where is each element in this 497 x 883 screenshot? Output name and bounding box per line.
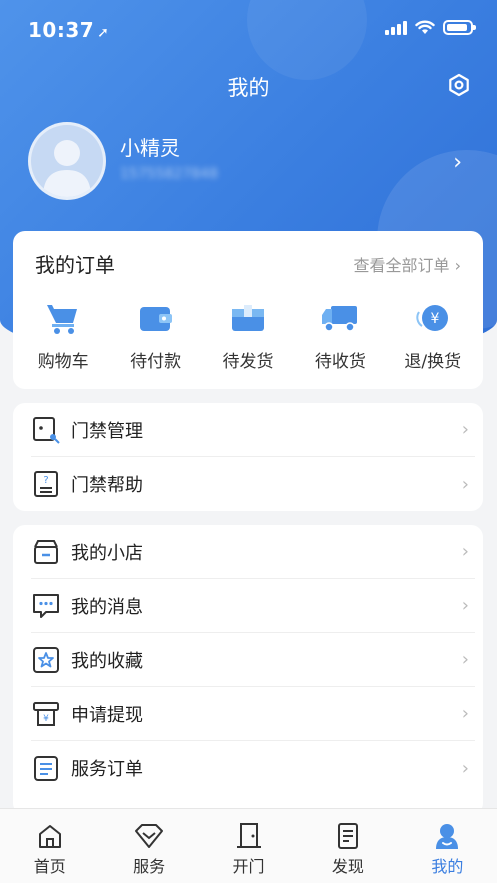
refund-icon: ¥ [416, 305, 448, 331]
menu-row-label: 申请提现 [71, 704, 143, 726]
help-document-icon: ? [34, 471, 58, 497]
wallet-icon [139, 307, 172, 331]
chevron-right-icon: › [461, 595, 469, 616]
chevron-right-icon: › [461, 419, 469, 440]
discover-document-icon [337, 823, 358, 849]
message-icon [33, 593, 59, 618]
menu-row-service-orders[interactable]: 服务订单 › [31, 741, 475, 795]
menu-row-withdraw[interactable]: ¥ 申请提现 › [31, 687, 475, 741]
user-icon [436, 824, 459, 849]
package-icon [231, 305, 264, 331]
default-avatar-icon [43, 140, 91, 197]
tab-label: 我的 [431, 857, 464, 876]
tab-label: 发现 [331, 857, 364, 876]
order-item-label: 退/换货 [404, 352, 462, 372]
favorite-star-icon [33, 646, 59, 673]
battery-icon [443, 20, 476, 35]
order-item-label: 待发货 [222, 352, 274, 372]
tab-label: 开门 [232, 857, 265, 876]
diamond-icon [135, 824, 164, 848]
order-item-label: 购物车 [37, 352, 89, 372]
order-item-refund[interactable]: ¥ 退/换货 [388, 301, 478, 372]
menu-row-access-help[interactable]: ? 门禁帮助 › [31, 457, 475, 511]
shopping-cart-icon [47, 305, 78, 334]
order-item-label: 待付款 [130, 352, 182, 372]
svg-text:¥: ¥ [43, 714, 49, 724]
tab-mine[interactable]: 我的 [398, 809, 497, 883]
withdraw-icon: ¥ [33, 701, 59, 726]
order-item-label: 待收货 [314, 352, 366, 372]
chevron-right-icon: › [461, 703, 469, 724]
order-item-pending-payment[interactable]: 待付款 [111, 301, 201, 372]
chevron-right-icon: › [461, 541, 469, 562]
menu-row-label: 我的小店 [71, 542, 143, 564]
avatar[interactable] [28, 122, 106, 200]
tab-bar: 首页 服务 开门 发现 我的 [0, 808, 497, 883]
menu-row-my-shop[interactable]: 我的小店 › [31, 525, 475, 579]
home-icon [38, 825, 61, 848]
svg-text:¥: ¥ [430, 311, 439, 327]
tab-open-door[interactable]: 开门 [199, 809, 298, 883]
phone-number: 15755827848 [120, 166, 218, 182]
status-bar: 10:37 ➚ [0, 0, 497, 60]
chevron-right-icon[interactable]: › [453, 150, 462, 175]
tab-service[interactable]: 服务 [99, 809, 198, 883]
location-arrow-icon: ➚ [97, 25, 110, 41]
menu-row-label: 我的消息 [71, 596, 143, 618]
menu-row-my-messages[interactable]: 我的消息 › [31, 579, 475, 633]
menu-row-label: 我的收藏 [71, 650, 143, 672]
orders-title: 我的订单 [35, 253, 115, 277]
my-orders-card: 我的订单 查看全部订单 › 购物车 待付款 待发货 待收货 ¥ 退/换货 [13, 231, 483, 389]
chevron-right-icon: › [461, 473, 469, 495]
page-title: 我的 [227, 76, 270, 100]
door-icon [236, 823, 261, 848]
view-all-orders-link[interactable]: 查看全部订单 › [354, 252, 462, 276]
tab-discover[interactable]: 发现 [298, 809, 397, 883]
tab-label: 服务 [133, 857, 166, 876]
service-order-icon [34, 756, 58, 781]
signal-icon [385, 20, 407, 35]
menu-card: 我的小店 › 我的消息 › 我的收藏 › ¥ 申请提现 › 服务订单 › [13, 525, 483, 815]
order-item-pending-shipment[interactable]: 待发货 [203, 301, 293, 372]
chevron-right-icon: › [461, 757, 469, 779]
order-item-pending-receipt[interactable]: 待收货 [295, 301, 385, 372]
access-control-card: 门禁管理 › ? 门禁帮助 › [13, 403, 483, 511]
tab-label: 首页 [33, 857, 66, 876]
order-item-cart[interactable]: 购物车 [18, 301, 108, 372]
menu-row-label: 门禁帮助 [71, 475, 143, 496]
wifi-icon [415, 20, 435, 34]
settings-icon[interactable] [447, 73, 471, 97]
shop-icon [34, 539, 58, 564]
menu-row-access-management[interactable]: 门禁管理 › [31, 403, 475, 457]
menu-row-my-favorites[interactable]: 我的收藏 › [31, 633, 475, 687]
profile-section[interactable]: 小精灵 15755827848 › [28, 122, 468, 200]
chevron-right-icon: › [461, 649, 469, 670]
menu-row-label: 门禁管理 [71, 420, 143, 442]
delivery-truck-icon [322, 306, 358, 332]
status-time: 10:37 ➚ [28, 18, 110, 42]
access-control-icon [33, 416, 60, 444]
username: 小精灵 [120, 136, 180, 160]
menu-row-label: 服务订单 [71, 759, 143, 780]
svg-text:?: ? [43, 475, 48, 486]
tab-home[interactable]: 首页 [0, 809, 99, 883]
